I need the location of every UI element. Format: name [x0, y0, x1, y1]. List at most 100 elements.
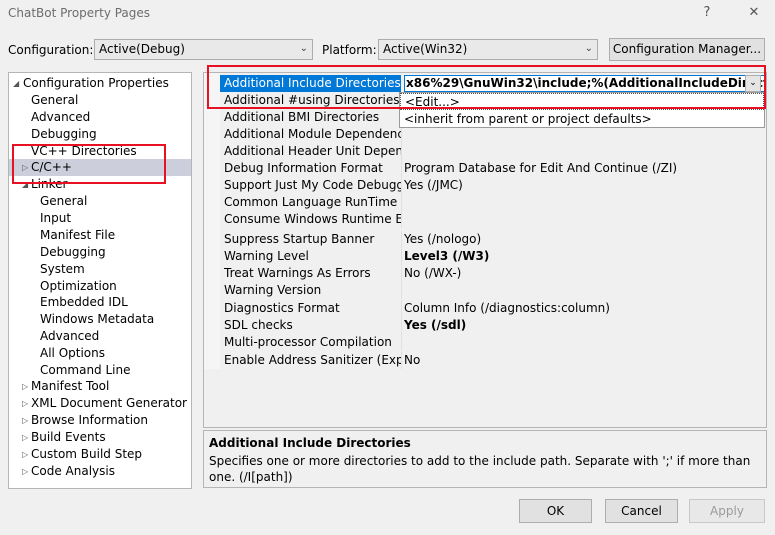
- property-name: Warning Version: [224, 283, 322, 297]
- property-name: Common Language RunTime Support: [224, 195, 401, 209]
- property-name: Additional #using Directories: [224, 93, 400, 107]
- tree-item-manifest-tool[interactable]: ▷ Manifest Tool: [11, 378, 191, 395]
- tree-item-linker-windows-metadata[interactable]: Windows Metadata: [40, 311, 154, 328]
- property-name: Treat Warnings As Errors: [224, 266, 371, 280]
- close-icon[interactable]: ✕: [744, 4, 764, 22]
- additional-include-directories-input[interactable]: x86%29\GnuWin32\include;%(AdditionalIncl…: [404, 75, 765, 92]
- window-title: ChatBot Property Pages: [8, 6, 151, 20]
- property-name: Support Just My Code Debugging: [224, 178, 401, 192]
- expand-icon[interactable]: ▷: [22, 395, 28, 412]
- grid-row-additional-include-directories[interactable]: Additional Include Directories x86%29\Gn…: [220, 75, 766, 92]
- expand-icon[interactable]: ▷: [22, 463, 28, 480]
- property-name: Consume Windows Runtime Extension: [224, 212, 401, 226]
- tree-item-build-events[interactable]: ▷ Build Events: [11, 429, 191, 446]
- tree-item-linker-debugging[interactable]: Debugging: [40, 244, 106, 261]
- expand-icon[interactable]: ▷: [22, 159, 28, 176]
- grid-gutter: [204, 73, 220, 369]
- grid-row-multi-processor-compilation[interactable]: Multi-processor Compilation: [220, 334, 766, 351]
- configuration-label: Configuration:: [8, 43, 94, 57]
- grid-row-treat-warnings-as-errors[interactable]: Treat Warnings As Errors No (/WX-): [220, 265, 766, 282]
- tree-item-advanced[interactable]: Advanced: [31, 109, 90, 126]
- expand-icon[interactable]: ▷: [22, 429, 28, 446]
- tree-item-linker-input[interactable]: Input: [40, 210, 71, 227]
- property-value[interactable]: No (/WX-): [404, 265, 765, 282]
- property-value[interactable]: Column Info (/diagnostics:column): [404, 300, 765, 317]
- tree-item-code-analysis[interactable]: ▷ Code Analysis: [11, 463, 191, 480]
- dropdown-option-inherit[interactable]: <inherit from parent or project defaults…: [400, 111, 764, 128]
- grid-row-additional-header-unit-dependencies[interactable]: Additional Header Unit Dependencies: [220, 143, 766, 160]
- tree-item-label: C/C++: [31, 160, 72, 174]
- property-name: Additional Module Dependencies: [224, 127, 401, 141]
- property-name: Diagnostics Format: [224, 301, 340, 315]
- expand-icon[interactable]: ▷: [22, 412, 28, 429]
- tree-item-debugging[interactable]: Debugging: [31, 126, 97, 143]
- grid-row-common-language-runtime-support[interactable]: Common Language RunTime Support: [220, 194, 766, 211]
- property-value[interactable]: Yes (/nologo): [404, 231, 765, 248]
- property-name: Enable Address Sanitizer (Experimental): [224, 353, 401, 367]
- tree-item-label: XML Document Generator: [31, 396, 187, 410]
- configuration-value: Active(Debug): [99, 42, 185, 56]
- tree-item-xml-document-generator[interactable]: ▷ XML Document Generator: [11, 395, 191, 412]
- ok-button[interactable]: OK: [519, 499, 592, 523]
- tree-item-label: Linker: [31, 177, 68, 191]
- chevron-down-icon: ⌄: [299, 43, 308, 54]
- description-title: Additional Include Directories: [209, 436, 411, 450]
- apply-button[interactable]: Apply: [689, 499, 765, 523]
- tree-item-vc-directories[interactable]: VC++ Directories: [31, 143, 137, 160]
- grid-row-sdl-checks[interactable]: SDL checks Yes (/sdl): [220, 317, 766, 334]
- chevron-down-icon[interactable]: ⌄: [745, 75, 761, 92]
- tree-item-linker-manifest-file[interactable]: Manifest File: [40, 227, 115, 244]
- property-name: Additional Include Directories: [220, 75, 401, 92]
- property-value[interactable]: Program Database for Edit And Continue (…: [404, 160, 765, 177]
- tree-item-linker[interactable]: ◢ Linker: [11, 176, 191, 193]
- tree-item-linker-system[interactable]: System: [40, 261, 85, 278]
- collapse-icon[interactable]: ◢: [22, 176, 28, 193]
- tree-item-general[interactable]: General: [31, 92, 78, 109]
- tree-item-linker-embedded-idl[interactable]: Embedded IDL: [40, 294, 128, 311]
- property-value[interactable]: No: [404, 352, 765, 369]
- tree-item-label: Configuration Properties: [23, 76, 169, 90]
- grid-row-suppress-startup-banner[interactable]: Suppress Startup Banner Yes (/nologo): [220, 231, 766, 248]
- tree-item-custom-build-step[interactable]: ▷ Custom Build Step: [11, 446, 191, 463]
- grid-row-debug-information-format[interactable]: Debug Information Format Program Databas…: [220, 160, 766, 177]
- grid-row-support-just-my-code[interactable]: Support Just My Code Debugging Yes (/JMC…: [220, 177, 766, 194]
- dropdown-option-edit[interactable]: <Edit...>: [400, 93, 764, 110]
- platform-label: Platform:: [322, 43, 377, 57]
- tree-item-browse-information[interactable]: ▷ Browse Information: [11, 412, 191, 429]
- tree-item-c-cpp[interactable]: ▷ C/C++: [9, 159, 191, 176]
- tree-item-linker-command-line[interactable]: Command Line: [40, 362, 131, 379]
- tree-item-label: Manifest Tool: [31, 379, 110, 393]
- property-name: Suppress Startup Banner: [224, 232, 375, 246]
- tree-item-linker-general[interactable]: General: [40, 193, 87, 210]
- tree-item-linker-advanced[interactable]: Advanced: [40, 328, 99, 345]
- property-value[interactable]: Yes (/sdl): [404, 317, 765, 334]
- tree-item-linker-optimization[interactable]: Optimization: [40, 278, 117, 295]
- include-directories-dropdown[interactable]: <Edit...> <inherit from parent or projec…: [399, 92, 765, 128]
- platform-select[interactable]: Active(Win32) ⌄: [378, 39, 598, 60]
- grid-row-additional-module-dependencies[interactable]: Additional Module Dependencies: [220, 126, 766, 143]
- property-tree[interactable]: ◢ Configuration Properties General Advan…: [8, 72, 192, 489]
- property-value[interactable]: Yes (/JMC): [404, 177, 765, 194]
- property-name: Debug Information Format: [224, 161, 383, 175]
- grid-row-consume-windows-runtime-extension[interactable]: Consume Windows Runtime Extension: [220, 211, 766, 228]
- property-value[interactable]: Level3 (/W3): [404, 248, 765, 265]
- help-icon[interactable]: ?: [697, 4, 717, 22]
- grid-row-warning-version[interactable]: Warning Version: [220, 282, 766, 299]
- expand-icon[interactable]: ▷: [22, 446, 28, 463]
- grid-row-diagnostics-format[interactable]: Diagnostics Format Column Info (/diagnos…: [220, 300, 766, 317]
- cancel-button[interactable]: Cancel: [605, 499, 678, 523]
- tree-item-configuration-properties[interactable]: ◢ Configuration Properties: [11, 75, 191, 92]
- expand-icon[interactable]: ▷: [22, 378, 28, 395]
- tree-item-label: Browse Information: [31, 413, 148, 427]
- tree-item-label: Custom Build Step: [31, 447, 143, 461]
- chevron-down-icon: ⌄: [584, 43, 593, 54]
- grid-row-warning-level[interactable]: Warning Level Level3 (/W3): [220, 248, 766, 265]
- grid-row-enable-address-sanitizer[interactable]: Enable Address Sanitizer (Experimental) …: [220, 352, 766, 369]
- collapse-icon[interactable]: ◢: [13, 75, 19, 92]
- tree-item-label: Build Events: [31, 430, 106, 444]
- property-name: Multi-processor Compilation: [224, 335, 392, 349]
- configuration-manager-button[interactable]: Configuration Manager...: [609, 38, 765, 61]
- description-panel: Additional Include Directories Specifies…: [203, 430, 767, 488]
- configuration-select[interactable]: Active(Debug) ⌄: [94, 39, 313, 60]
- tree-item-linker-all-options[interactable]: All Options: [40, 345, 105, 362]
